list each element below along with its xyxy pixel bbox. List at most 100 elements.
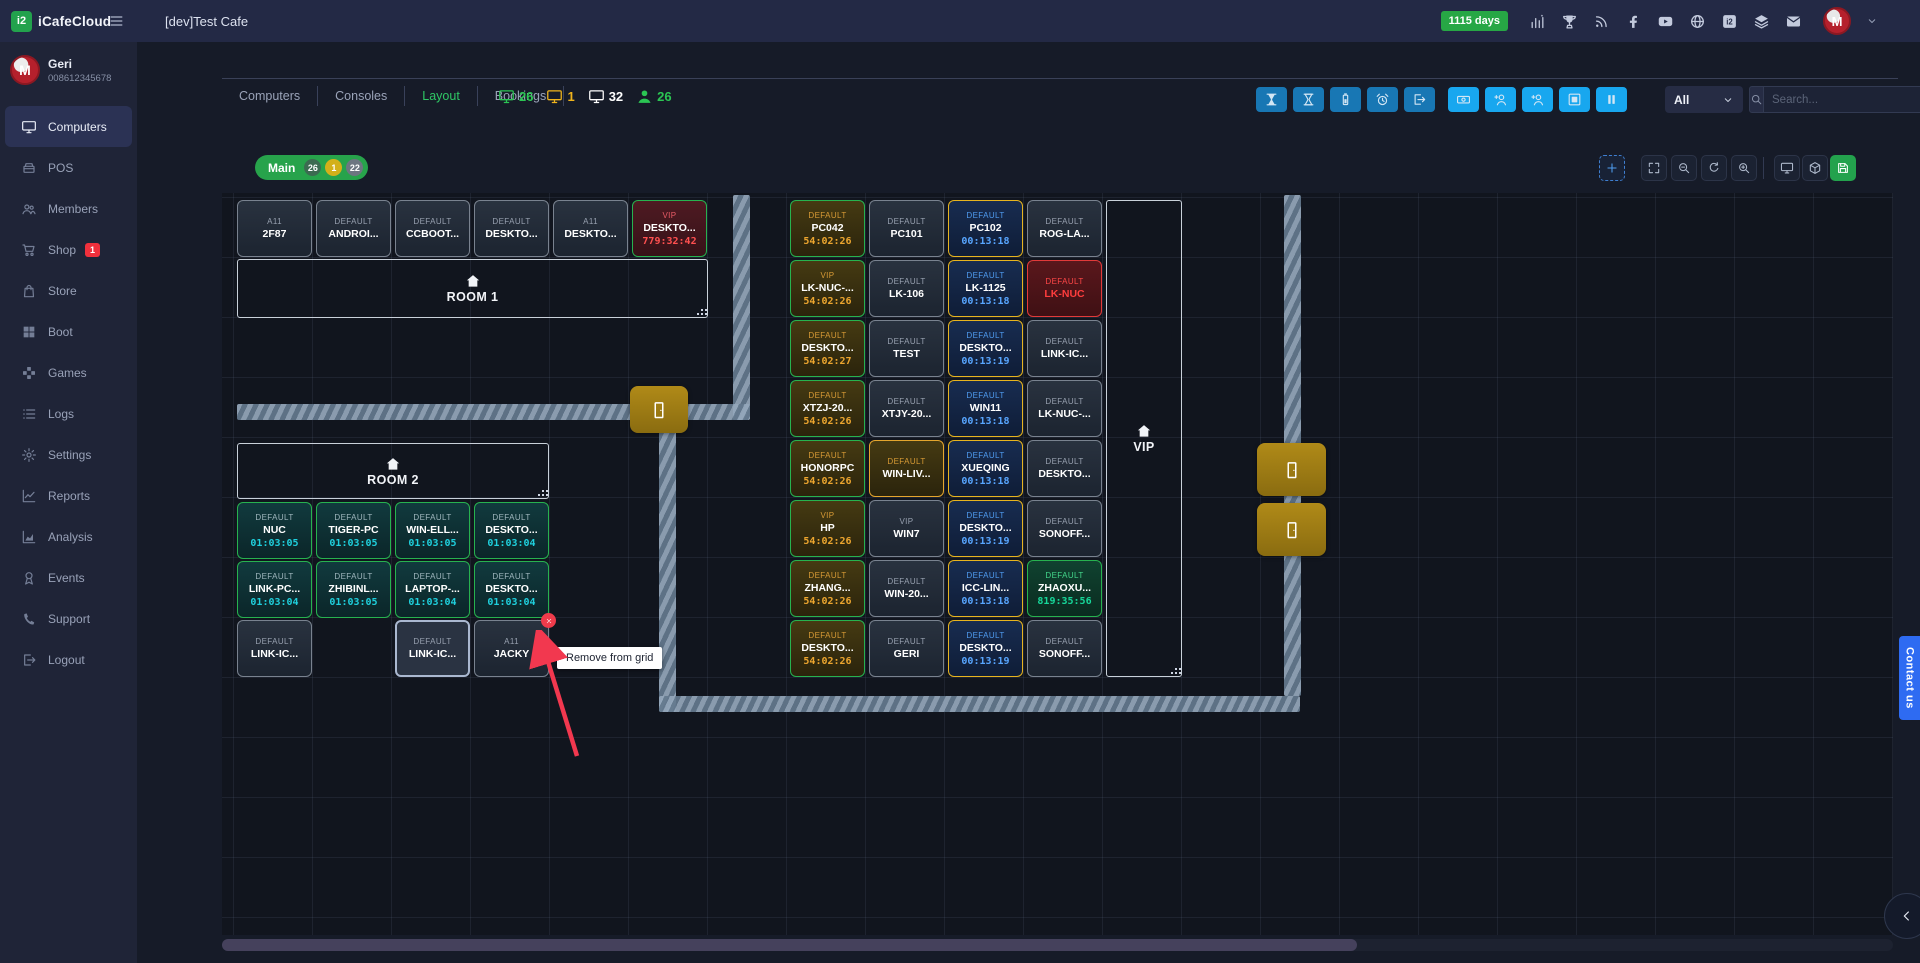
- tab-consoles[interactable]: Consoles: [318, 86, 405, 106]
- add-to-grid-button[interactable]: [1599, 155, 1625, 181]
- computer-tile[interactable]: DEFAULTDESKTO...00:13:19: [948, 320, 1023, 377]
- computer-tile[interactable]: DEFAULTSONOFF...: [1027, 500, 1102, 557]
- computer-tile[interactable]: DEFAULTDESKTO...01:03:04: [474, 561, 549, 618]
- menu-icon[interactable]: [108, 13, 125, 29]
- leaderboard-icon[interactable]: [1529, 13, 1546, 30]
- computer-tile[interactable]: DEFAULTLK-NUC: [1027, 260, 1102, 317]
- sidebar-item-logout[interactable]: Logout: [5, 639, 132, 680]
- computer-tile[interactable]: DEFAULTNUC01:03:05: [237, 502, 312, 559]
- zone-resize-handle[interactable]: [1175, 668, 1177, 670]
- computer-tile[interactable]: DEFAULTZHIBINL...01:03:05: [316, 561, 391, 618]
- rss-icon[interactable]: [1593, 13, 1610, 30]
- computer-tile[interactable]: DEFAULTDESKTO...00:13:19: [948, 500, 1023, 557]
- tab-layout[interactable]: Layout: [405, 86, 478, 106]
- computer-tile[interactable]: DEFAULTSONOFF...: [1027, 620, 1102, 677]
- computer-tile[interactable]: DEFAULTLAPTOP-...01:03:04: [395, 561, 470, 618]
- hourglass-start-button[interactable]: [1256, 87, 1287, 112]
- computer-tile[interactable]: DEFAULTLINK-IC...: [237, 620, 312, 677]
- chevron-down-icon[interactable]: [1866, 15, 1878, 27]
- checkout-button[interactable]: [1404, 87, 1435, 112]
- layers-icon[interactable]: [1753, 13, 1770, 30]
- cash-button[interactable]: [1448, 87, 1479, 112]
- toggle-computers-button[interactable]: [1774, 155, 1800, 181]
- filter-select[interactable]: All: [1665, 86, 1743, 113]
- pause-button[interactable]: [1596, 87, 1627, 112]
- sidebar-item-computers[interactable]: Computers: [5, 106, 132, 147]
- computer-tile[interactable]: DEFAULTPC10200:13:18: [948, 200, 1023, 257]
- computer-tile[interactable]: DEFAULTDESKTO...00:13:19: [948, 620, 1023, 677]
- computer-tile[interactable]: DEFAULTXTZJ-20...54:02:26: [790, 380, 865, 437]
- days-badge[interactable]: 1115 days: [1441, 11, 1508, 31]
- toggle-objects-button[interactable]: [1802, 155, 1828, 181]
- zone-resize-handle[interactable]: [542, 490, 544, 492]
- computer-tile[interactable]: VIPWIN7: [869, 500, 944, 557]
- computer-tile[interactable]: DEFAULTICC-LIN...00:13:18: [948, 560, 1023, 617]
- room-zone-vip[interactable]: VIP: [1106, 200, 1182, 677]
- computer-tile[interactable]: DEFAULTPC101: [869, 200, 944, 257]
- door-tile[interactable]: [1257, 503, 1326, 556]
- computer-tile[interactable]: DEFAULTWIN1100:13:18: [948, 380, 1023, 437]
- contact-us-button[interactable]: Contact us: [1899, 636, 1920, 720]
- computer-tile[interactable]: VIPLK-NUC-...54:02:26: [790, 260, 865, 317]
- zoom-out-button[interactable]: [1671, 155, 1697, 181]
- computer-tile[interactable]: DEFAULTLINK-IC...: [395, 620, 470, 677]
- battery-button[interactable]: [1330, 87, 1361, 112]
- sidebar-item-support[interactable]: Support: [5, 598, 132, 639]
- reset-view-button[interactable]: [1701, 155, 1727, 181]
- mail-icon[interactable]: [1785, 13, 1802, 30]
- computer-tile[interactable]: DEFAULTGERI: [869, 620, 944, 677]
- room-zone-room-1[interactable]: ROOM 1: [237, 259, 708, 318]
- sidebar-item-analysis[interactable]: Analysis: [5, 516, 132, 557]
- computer-tile[interactable]: A11JACKY: [474, 620, 549, 677]
- sidebar-item-events[interactable]: Events: [5, 557, 132, 598]
- computer-tile[interactable]: DEFAULTLINK-PC...01:03:04: [237, 561, 312, 618]
- sidebar-item-settings[interactable]: Settings: [5, 434, 132, 475]
- sidebar-item-boot[interactable]: Boot: [5, 311, 132, 352]
- computer-tile[interactable]: DEFAULTANDROI...: [316, 200, 391, 257]
- sidebar-item-reports[interactable]: Reports: [5, 475, 132, 516]
- computer-tile[interactable]: DEFAULTLK-NUC-...: [1027, 380, 1102, 437]
- add-guest-button[interactable]: [1522, 87, 1553, 112]
- remove-from-grid-button[interactable]: [541, 613, 556, 628]
- search-input[interactable]: [1764, 86, 1920, 113]
- computer-tile[interactable]: DEFAULTXTJY-20...: [869, 380, 944, 437]
- fit-view-button[interactable]: [1641, 155, 1667, 181]
- computer-tile[interactable]: DEFAULTCCBOOT...: [395, 200, 470, 257]
- computer-tile[interactable]: DEFAULTDESKTO...54:02:26: [790, 620, 865, 677]
- computer-tile[interactable]: DEFAULTLINK-IC...: [1027, 320, 1102, 377]
- computer-tile[interactable]: DEFAULTWIN-20...: [869, 560, 944, 617]
- avatar[interactable]: M: [1823, 7, 1851, 35]
- room-zone-room-2[interactable]: ROOM 2: [237, 443, 549, 499]
- sidebar-item-store[interactable]: Store: [5, 270, 132, 311]
- computer-tile[interactable]: DEFAULTLK-112500:13:18: [948, 260, 1023, 317]
- alarm-button[interactable]: [1367, 87, 1398, 112]
- computer-tile[interactable]: DEFAULTZHANG...54:02:26: [790, 560, 865, 617]
- hourglass-end-button[interactable]: [1293, 87, 1324, 112]
- computer-tile[interactable]: DEFAULTDESKTO...01:03:04: [474, 502, 549, 559]
- computer-tile[interactable]: DEFAULTWIN-LIV...: [869, 440, 944, 497]
- door-tile[interactable]: [630, 386, 688, 433]
- computer-tile[interactable]: DEFAULTROG-LA...: [1027, 200, 1102, 257]
- tab-computers[interactable]: Computers: [222, 86, 318, 106]
- zoom-in-button[interactable]: [1731, 155, 1757, 181]
- computer-tile[interactable]: DEFAULTPC04254:02:26: [790, 200, 865, 257]
- icafe-icon[interactable]: i2: [1721, 13, 1738, 30]
- facebook-icon[interactable]: [1625, 13, 1642, 30]
- save-layout-button[interactable]: [1830, 155, 1856, 181]
- trophy-icon[interactable]: [1561, 13, 1578, 30]
- sidebar-item-members[interactable]: Members: [5, 188, 132, 229]
- horizontal-scrollbar-thumb[interactable]: [222, 939, 1357, 951]
- room-badge-main[interactable]: Main 26122: [255, 155, 368, 180]
- globe-icon[interactable]: [1689, 13, 1706, 30]
- computer-tile[interactable]: VIPDESKTO...779:32:42: [632, 200, 707, 257]
- add-member-button[interactable]: [1485, 87, 1516, 112]
- computer-tile[interactable]: DEFAULTDESKTO...54:02:27: [790, 320, 865, 377]
- computer-tile[interactable]: DEFAULTDESKTO...: [474, 200, 549, 257]
- computer-tile[interactable]: DEFAULTHONORPC54:02:26: [790, 440, 865, 497]
- computer-tile[interactable]: DEFAULTLK-106: [869, 260, 944, 317]
- horizontal-scrollbar-track[interactable]: [222, 939, 1893, 951]
- computer-tile[interactable]: A11DESKTO...: [553, 200, 628, 257]
- door-tile[interactable]: [1257, 443, 1326, 496]
- capture-button[interactable]: [1559, 87, 1590, 112]
- sidebar-item-pos[interactable]: POS: [5, 147, 132, 188]
